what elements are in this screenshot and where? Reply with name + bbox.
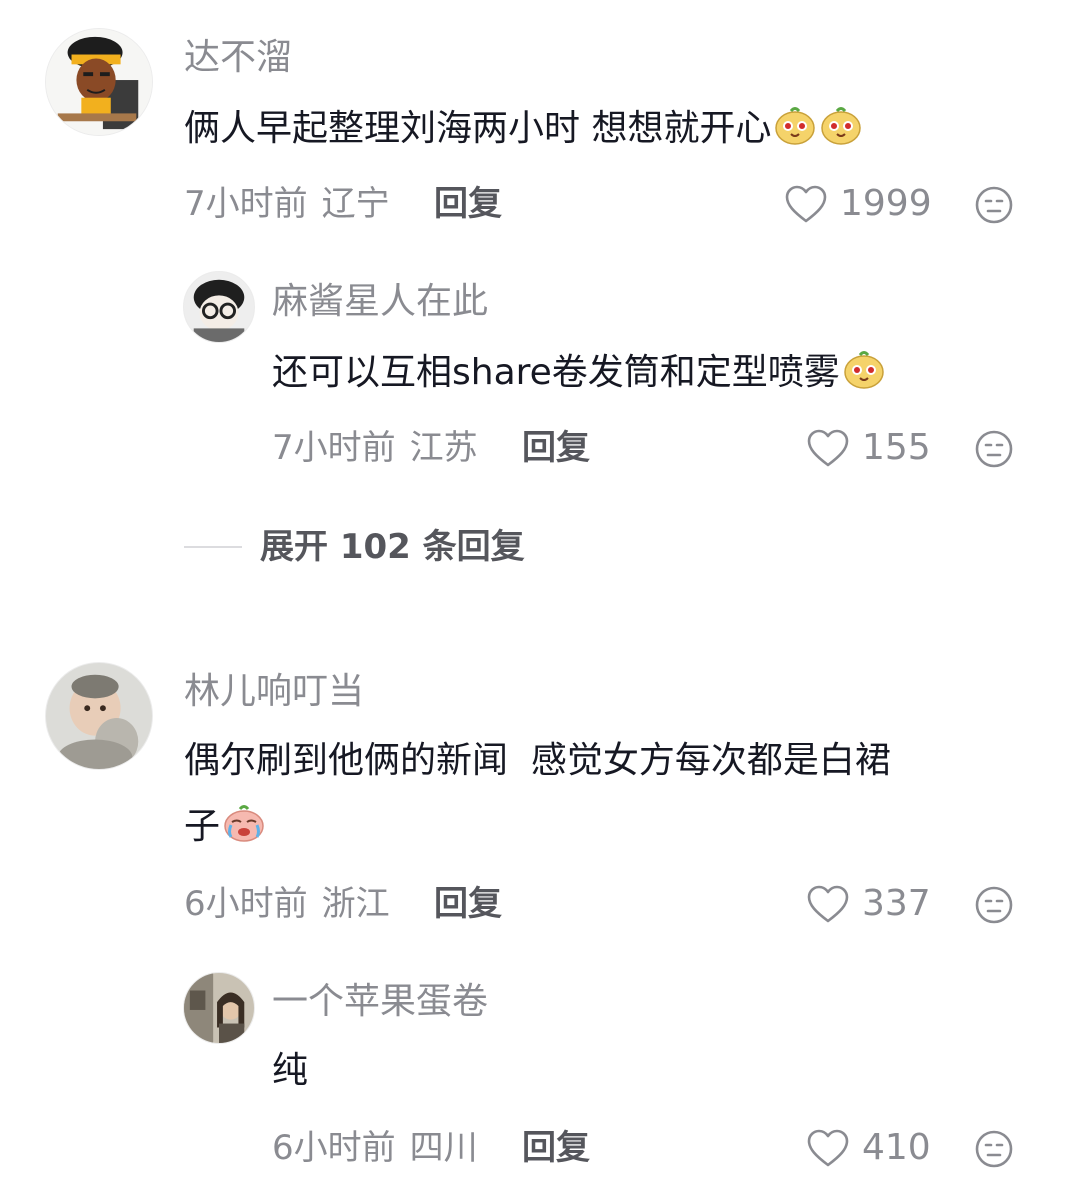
heart-icon xyxy=(806,428,850,468)
reply-button[interactable]: 回复 xyxy=(522,426,590,470)
comment-time: 7小时前 xyxy=(184,184,308,224)
avatar[interactable] xyxy=(45,662,153,770)
reply-time: 7小时前 xyxy=(272,428,396,468)
expand-divider xyxy=(184,546,242,548)
dislike-button[interactable] xyxy=(974,429,1014,469)
comment-text-line: 偶尔刷到他俩的新闻 感觉女方每次都是白裙 xyxy=(184,740,891,781)
like-button[interactable]: 410 xyxy=(806,1126,931,1170)
reply-location: 江苏 xyxy=(409,428,478,468)
crying-face-emoji-icon xyxy=(222,800,266,844)
dislike-face-icon xyxy=(975,430,1013,468)
dislike-face-icon xyxy=(975,886,1013,924)
reply-button[interactable]: 回复 xyxy=(522,1126,590,1170)
reply-button[interactable]: 回复 xyxy=(434,882,502,926)
heart-icon xyxy=(784,184,828,224)
like-count: 1999 xyxy=(840,183,932,224)
dislike-face-icon xyxy=(975,1130,1013,1168)
comment-text-content: 俩人早起整理刘海两小时 想想就开心 xyxy=(184,108,772,149)
expand-replies-label: 展开 102 条回复 xyxy=(260,527,525,567)
dislike-button[interactable] xyxy=(974,1129,1014,1169)
happy-face-emoji-icon xyxy=(842,346,886,390)
like-button[interactable]: 155 xyxy=(806,426,931,470)
avatar[interactable] xyxy=(45,28,153,136)
comment-username[interactable]: 林儿响叮当 xyxy=(184,670,364,714)
reply-text-content: 还可以互相share卷发筒和定型喷雾 xyxy=(272,352,840,393)
reply-location: 四川 xyxy=(409,1128,478,1168)
comment-text: 偶尔刷到他俩的新闻 感觉女方每次都是白裙 子 xyxy=(184,728,891,860)
dislike-face-icon xyxy=(975,186,1013,224)
avatar[interactable] xyxy=(183,972,255,1044)
like-button[interactable]: 337 xyxy=(806,882,931,926)
happy-face-emoji-icon xyxy=(819,102,863,146)
reply-meta: 7小时前 江苏 xyxy=(272,426,478,470)
reply-username[interactable]: 一个苹果蛋卷 xyxy=(272,980,488,1024)
heart-icon xyxy=(806,884,850,924)
comment-meta: 7小时前 辽宁 xyxy=(184,182,390,226)
comment-username[interactable]: 达不溜 xyxy=(184,36,292,80)
dislike-button[interactable] xyxy=(974,185,1014,225)
dislike-button[interactable] xyxy=(974,885,1014,925)
expand-replies-button[interactable]: 展开 102 条回复 xyxy=(184,525,525,569)
comment-text-content: 子 xyxy=(184,806,221,847)
comment-time: 6小时前 xyxy=(184,884,308,924)
comment-text: 俩人早起整理刘海两小时 想想就开心 xyxy=(184,96,863,162)
happy-face-emoji-icon xyxy=(773,102,817,146)
comment-location: 辽宁 xyxy=(321,184,390,224)
reply-time: 6小时前 xyxy=(272,1128,396,1168)
like-count: 410 xyxy=(862,1127,931,1168)
avatar[interactable] xyxy=(183,271,255,343)
reply-meta: 6小时前 四川 xyxy=(272,1126,478,1170)
like-button[interactable]: 1999 xyxy=(784,182,932,226)
reply-text: 纯 xyxy=(272,1050,309,1091)
reply-button[interactable]: 回复 xyxy=(434,182,502,226)
reply-username[interactable]: 麻酱星人在此 xyxy=(272,280,488,324)
like-count: 337 xyxy=(862,883,931,924)
comment-text-line: 子 xyxy=(184,794,891,860)
comment-location: 浙江 xyxy=(321,884,390,924)
heart-icon xyxy=(806,1128,850,1168)
like-count: 155 xyxy=(862,427,931,468)
reply-text: 还可以互相share卷发筒和定型喷雾 xyxy=(272,340,886,406)
comment-meta: 6小时前 浙江 xyxy=(184,882,390,926)
